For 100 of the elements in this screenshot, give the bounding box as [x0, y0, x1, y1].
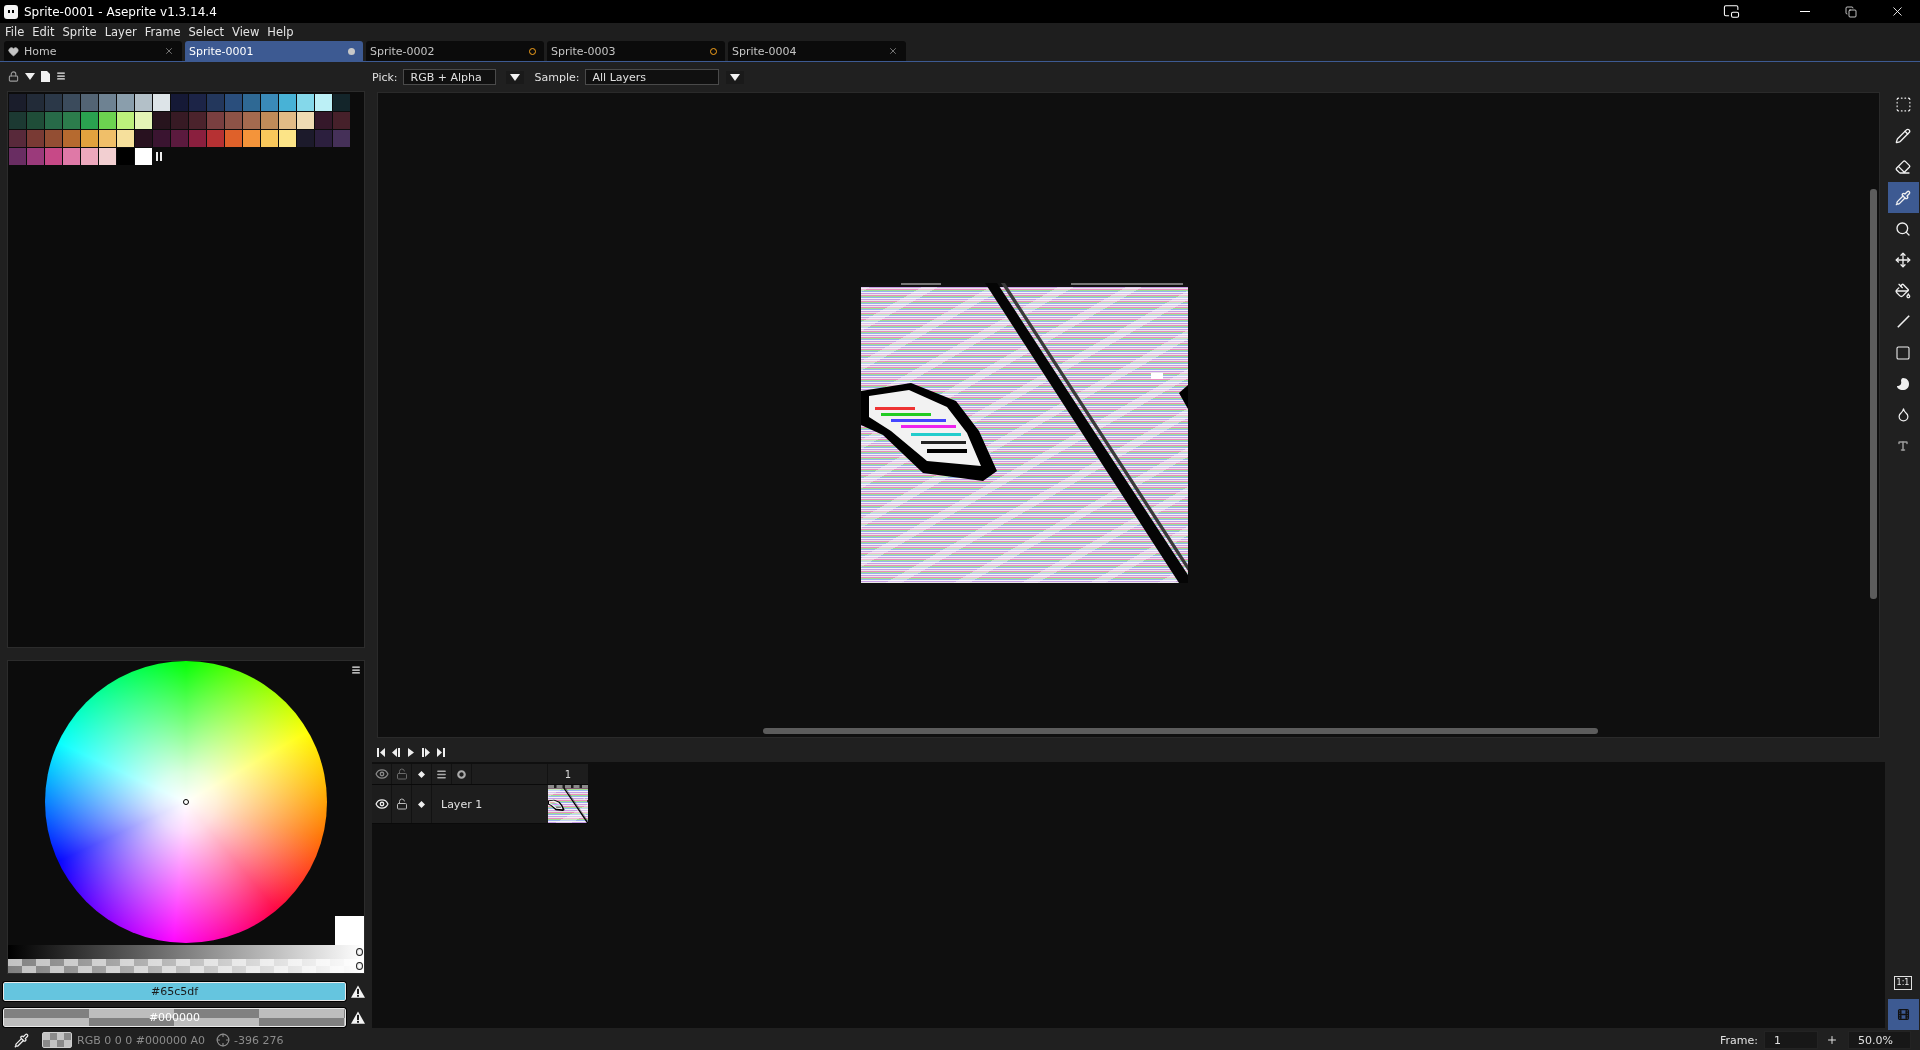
palette-swatch[interactable]: [333, 130, 350, 147]
palette-swatch[interactable]: [99, 112, 116, 129]
palette-swatch[interactable]: [315, 130, 332, 147]
palette-swatch[interactable]: [279, 94, 296, 111]
file-icon[interactable]: [41, 70, 50, 82]
eyedropper-tool-button[interactable]: [1887, 182, 1919, 213]
palette-swatch[interactable]: [333, 112, 350, 129]
actual-size-button[interactable]: 1:1: [1894, 976, 1912, 990]
play-icon[interactable]: [407, 747, 415, 757]
menu-item[interactable]: Layer: [100, 23, 141, 41]
palette-swatch[interactable]: [315, 94, 332, 111]
menu-item[interactable]: File: [1, 23, 29, 41]
palette-swatch[interactable]: [279, 130, 296, 147]
palette-swatch[interactable]: [117, 148, 134, 165]
document-tab[interactable]: Sprite-0001: [185, 41, 363, 61]
palette-swatch[interactable]: [135, 130, 152, 147]
pick-dropdown[interactable]: RGB + Alpha: [402, 69, 496, 85]
palette-swatch[interactable]: [27, 148, 44, 165]
document-tab[interactable]: Sprite-0003: [547, 41, 725, 61]
palette-swatch[interactable]: [153, 112, 170, 129]
palette-swatch[interactable]: [261, 94, 278, 111]
palette-swatch[interactable]: [117, 94, 134, 111]
palette-swatch[interactable]: [315, 112, 332, 129]
palette-swatch[interactable]: [9, 148, 26, 165]
palette-swatch[interactable]: [243, 112, 260, 129]
palette-swatch[interactable]: [297, 112, 314, 129]
palette-swatch[interactable]: [27, 94, 44, 111]
close-tab-icon[interactable]: [888, 46, 898, 56]
palette-swatch[interactable]: [45, 112, 62, 129]
palette-swatch[interactable]: [99, 130, 116, 147]
horizontal-scrollbar[interactable]: [763, 728, 1598, 734]
palette-swatch[interactable]: [63, 94, 80, 111]
palette-swatch[interactable]: [81, 112, 98, 129]
background-color-button[interactable]: #000000: [3, 1008, 346, 1027]
menu-icon[interactable]: [351, 665, 361, 675]
palette-swatch[interactable]: [135, 94, 152, 111]
palette-swatch[interactable]: [261, 130, 278, 147]
eye-icon[interactable]: [374, 797, 389, 811]
palette-swatch[interactable]: [135, 112, 152, 129]
sample-dropdown[interactable]: All Layers: [584, 69, 719, 85]
document-tab[interactable]: Home: [4, 41, 182, 61]
palette-swatch[interactable]: [9, 112, 26, 129]
palette-swatch[interactable]: [225, 130, 242, 147]
palette-swatch[interactable]: [63, 112, 80, 129]
close-tab-icon[interactable]: [164, 46, 174, 56]
palette-swatch[interactable]: [81, 94, 98, 111]
first-frame-icon[interactable]: [377, 747, 385, 757]
palette-swatch[interactable]: [99, 148, 116, 165]
menu-item[interactable]: Help: [263, 23, 298, 41]
frame-number[interactable]: 1: [548, 764, 588, 784]
menu-item[interactable]: Edit: [28, 23, 59, 41]
palette-swatch[interactable]: [189, 130, 206, 147]
ring-icon[interactable]: [457, 769, 466, 779]
palette-swatch[interactable]: [45, 148, 62, 165]
menu-item[interactable]: Sprite: [58, 23, 101, 41]
pick-menu-button[interactable]: [505, 70, 524, 84]
palette-swatch[interactable]: [99, 94, 116, 111]
diamond-icon[interactable]: [418, 770, 425, 778]
lock-icon[interactable]: [8, 70, 19, 82]
palette-swatch[interactable]: [207, 112, 224, 129]
palette-swatch[interactable]: [63, 130, 80, 147]
swatch-icon[interactable]: [335, 916, 364, 945]
palette-swatch[interactable]: [81, 130, 98, 147]
palette-swatch[interactable]: [45, 130, 62, 147]
last-frame-icon[interactable]: [437, 747, 445, 757]
menu-item[interactable]: View: [228, 23, 264, 41]
palette-swatch[interactable]: [135, 148, 152, 165]
frame-field[interactable]: 1: [1764, 1031, 1818, 1049]
palette-swatch[interactable]: [297, 94, 314, 111]
palette-swatch[interactable]: [243, 94, 260, 111]
palette-swatch[interactable]: [243, 130, 260, 147]
palette-swatch[interactable]: [225, 112, 242, 129]
next-frame-icon[interactable]: [422, 747, 430, 757]
document-tab[interactable]: Sprite-0002: [366, 41, 544, 61]
palette-swatch[interactable]: [171, 130, 188, 147]
foreground-color-button[interactable]: #65c5df: [3, 982, 346, 1001]
document-tab[interactable]: Sprite-0004: [728, 41, 906, 61]
open-lock-icon[interactable]: [395, 798, 408, 810]
palette-swatch[interactable]: [9, 130, 26, 147]
menu-item[interactable]: Frame: [140, 23, 185, 41]
palette-swatch[interactable]: [9, 94, 26, 111]
alpha-slider[interactable]: [8, 959, 364, 973]
plus-icon[interactable]: [1826, 1034, 1838, 1046]
value-slider[interactable]: [8, 945, 364, 959]
palette-swatch[interactable]: [45, 94, 62, 111]
menu-item[interactable]: Select: [184, 23, 229, 41]
palette-swatch[interactable]: [171, 112, 188, 129]
palette-swatch[interactable]: [27, 130, 44, 147]
frame-cel[interactable]: [548, 785, 588, 823]
palette-swatch[interactable]: [297, 130, 314, 147]
palette-swatch[interactable]: [117, 130, 134, 147]
layer-row[interactable]: Layer 1: [372, 785, 588, 824]
palette-swatch[interactable]: [189, 94, 206, 111]
palette-swatch[interactable]: [207, 130, 224, 147]
palette-swatch[interactable]: [207, 94, 224, 111]
palette-swatch[interactable]: [261, 112, 278, 129]
palette-swatch[interactable]: [153, 130, 170, 147]
palette-swatch[interactable]: [117, 112, 134, 129]
palette-swatch[interactable]: [81, 148, 98, 165]
menu-icon[interactable]: [436, 768, 447, 780]
